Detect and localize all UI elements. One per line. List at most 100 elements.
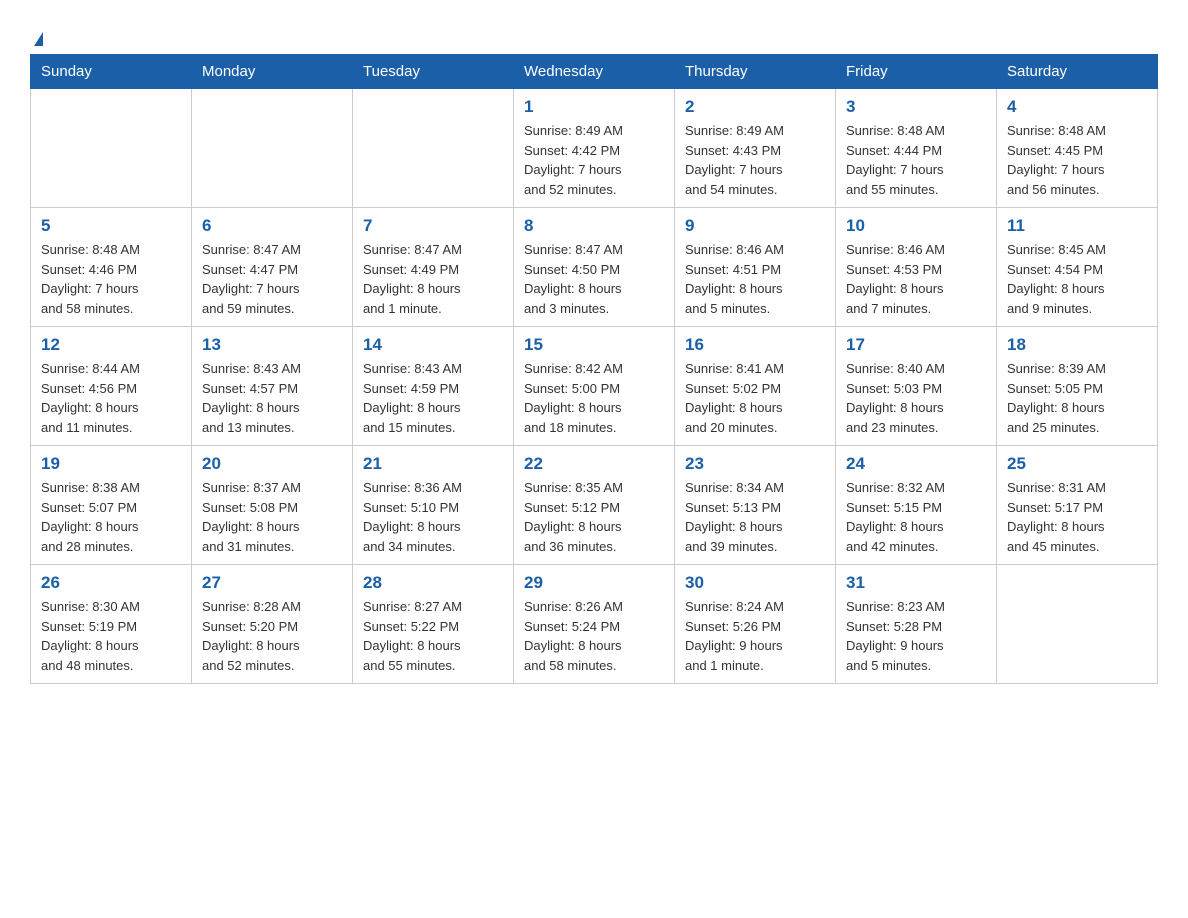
day-number: 31 <box>846 573 986 593</box>
day-info: Sunrise: 8:46 AM Sunset: 4:51 PM Dayligh… <box>685 240 825 318</box>
day-info: Sunrise: 8:48 AM Sunset: 4:44 PM Dayligh… <box>846 121 986 199</box>
calendar-cell: 15 Sunrise: 8:42 AM Sunset: 5:00 PM Dayli… <box>514 327 675 446</box>
calendar-cell: 28 Sunrise: 8:27 AM Sunset: 5:22 PM Dayli… <box>353 565 514 684</box>
calendar-cell: 24 Sunrise: 8:32 AM Sunset: 5:15 PM Dayli… <box>836 446 997 565</box>
calendar-cell: 8 Sunrise: 8:47 AM Sunset: 4:50 PM Daylig… <box>514 208 675 327</box>
calendar-cell: 20 Sunrise: 8:37 AM Sunset: 5:08 PM Dayli… <box>192 446 353 565</box>
day-info: Sunrise: 8:37 AM Sunset: 5:08 PM Dayligh… <box>202 478 342 556</box>
day-info: Sunrise: 8:49 AM Sunset: 4:43 PM Dayligh… <box>685 121 825 199</box>
day-info: Sunrise: 8:34 AM Sunset: 5:13 PM Dayligh… <box>685 478 825 556</box>
calendar-cell <box>31 89 192 208</box>
day-number: 2 <box>685 97 825 117</box>
day-info: Sunrise: 8:36 AM Sunset: 5:10 PM Dayligh… <box>363 478 503 556</box>
day-info: Sunrise: 8:44 AM Sunset: 4:56 PM Dayligh… <box>41 359 181 437</box>
day-number: 14 <box>363 335 503 355</box>
day-info: Sunrise: 8:26 AM Sunset: 5:24 PM Dayligh… <box>524 597 664 675</box>
calendar-cell: 27 Sunrise: 8:28 AM Sunset: 5:20 PM Dayli… <box>192 565 353 684</box>
day-info: Sunrise: 8:23 AM Sunset: 5:28 PM Dayligh… <box>846 597 986 675</box>
day-number: 3 <box>846 97 986 117</box>
week-row-2: 5Sunrise: 8:48 AM Sunset: 4:46 PM Daylig… <box>31 208 1158 327</box>
day-info: Sunrise: 8:47 AM Sunset: 4:47 PM Dayligh… <box>202 240 342 318</box>
weekday-header-wednesday: Wednesday <box>514 55 675 89</box>
week-row-3: 12Sunrise: 8:44 AM Sunset: 4:56 PM Dayli… <box>31 327 1158 446</box>
day-number: 27 <box>202 573 342 593</box>
calendar-cell: 18 Sunrise: 8:39 AM Sunset: 5:05 PM Dayli… <box>997 327 1158 446</box>
day-number: 7 <box>363 216 503 236</box>
day-number: 21 <box>363 454 503 474</box>
day-number: 8 <box>524 216 664 236</box>
day-info: Sunrise: 8:31 AM Sunset: 5:17 PM Dayligh… <box>1007 478 1147 556</box>
day-info: Sunrise: 8:24 AM Sunset: 5:26 PM Dayligh… <box>685 597 825 675</box>
day-info: Sunrise: 8:39 AM Sunset: 5:05 PM Dayligh… <box>1007 359 1147 437</box>
day-number: 16 <box>685 335 825 355</box>
day-info: Sunrise: 8:43 AM Sunset: 4:59 PM Dayligh… <box>363 359 503 437</box>
weekday-header-tuesday: Tuesday <box>353 55 514 89</box>
weekday-header-saturday: Saturday <box>997 55 1158 89</box>
day-number: 1 <box>524 97 664 117</box>
calendar-table: SundayMondayTuesdayWednesdayThursdayFrid… <box>30 54 1158 684</box>
day-info: Sunrise: 8:41 AM Sunset: 5:02 PM Dayligh… <box>685 359 825 437</box>
logo-triangle-icon <box>34 32 43 46</box>
day-number: 26 <box>41 573 181 593</box>
day-number: 15 <box>524 335 664 355</box>
calendar-cell: 3 Sunrise: 8:48 AM Sunset: 4:44 PM Daylig… <box>836 89 997 208</box>
calendar-cell <box>997 565 1158 684</box>
calendar-cell <box>353 89 514 208</box>
calendar-cell: 17 Sunrise: 8:40 AM Sunset: 5:03 PM Dayli… <box>836 327 997 446</box>
day-info: Sunrise: 8:48 AM Sunset: 4:46 PM Dayligh… <box>41 240 181 318</box>
day-info: Sunrise: 8:43 AM Sunset: 4:57 PM Dayligh… <box>202 359 342 437</box>
week-row-1: 1Sunrise: 8:49 AM Sunset: 4:42 PM Daylig… <box>31 89 1158 208</box>
day-info: Sunrise: 8:40 AM Sunset: 5:03 PM Dayligh… <box>846 359 986 437</box>
day-number: 28 <box>363 573 503 593</box>
day-number: 24 <box>846 454 986 474</box>
week-row-5: 26Sunrise: 8:30 AM Sunset: 5:19 PM Dayli… <box>31 565 1158 684</box>
calendar-cell: 26Sunrise: 8:30 AM Sunset: 5:19 PM Dayli… <box>31 565 192 684</box>
day-number: 11 <box>1007 216 1147 236</box>
day-info: Sunrise: 8:42 AM Sunset: 5:00 PM Dayligh… <box>524 359 664 437</box>
day-number: 19 <box>41 454 181 474</box>
day-info: Sunrise: 8:35 AM Sunset: 5:12 PM Dayligh… <box>524 478 664 556</box>
page-header <box>30 20 1158 44</box>
calendar-cell: 10Sunrise: 8:46 AM Sunset: 4:53 PM Dayli… <box>836 208 997 327</box>
calendar-cell: 6Sunrise: 8:47 AM Sunset: 4:47 PM Daylig… <box>192 208 353 327</box>
logo <box>30 20 43 44</box>
calendar-cell: 4Sunrise: 8:48 AM Sunset: 4:45 PM Daylig… <box>997 89 1158 208</box>
calendar-cell <box>192 89 353 208</box>
calendar-cell: 25 Sunrise: 8:31 AM Sunset: 5:17 PM Dayli… <box>997 446 1158 565</box>
calendar-cell: 16 Sunrise: 8:41 AM Sunset: 5:02 PM Dayli… <box>675 327 836 446</box>
calendar-cell: 1Sunrise: 8:49 AM Sunset: 4:42 PM Daylig… <box>514 89 675 208</box>
weekday-header-monday: Monday <box>192 55 353 89</box>
weekday-header-row: SundayMondayTuesdayWednesdayThursdayFrid… <box>31 55 1158 89</box>
calendar-cell: 9Sunrise: 8:46 AM Sunset: 4:51 PM Daylig… <box>675 208 836 327</box>
day-info: Sunrise: 8:32 AM Sunset: 5:15 PM Dayligh… <box>846 478 986 556</box>
calendar-cell: 2 Sunrise: 8:49 AM Sunset: 4:43 PM Daylig… <box>675 89 836 208</box>
calendar-cell: 31 Sunrise: 8:23 AM Sunset: 5:28 PM Dayli… <box>836 565 997 684</box>
day-info: Sunrise: 8:38 AM Sunset: 5:07 PM Dayligh… <box>41 478 181 556</box>
day-info: Sunrise: 8:27 AM Sunset: 5:22 PM Dayligh… <box>363 597 503 675</box>
calendar-cell: 21 Sunrise: 8:36 AM Sunset: 5:10 PM Dayli… <box>353 446 514 565</box>
calendar-cell: 19 Sunrise: 8:38 AM Sunset: 5:07 PM Dayli… <box>31 446 192 565</box>
day-info: Sunrise: 8:47 AM Sunset: 4:50 PM Dayligh… <box>524 240 664 318</box>
day-number: 17 <box>846 335 986 355</box>
calendar-cell: 11Sunrise: 8:45 AM Sunset: 4:54 PM Dayli… <box>997 208 1158 327</box>
day-info: Sunrise: 8:28 AM Sunset: 5:20 PM Dayligh… <box>202 597 342 675</box>
calendar-cell: 5Sunrise: 8:48 AM Sunset: 4:46 PM Daylig… <box>31 208 192 327</box>
day-number: 20 <box>202 454 342 474</box>
day-number: 23 <box>685 454 825 474</box>
calendar-cell: 12Sunrise: 8:44 AM Sunset: 4:56 PM Dayli… <box>31 327 192 446</box>
calendar-cell: 13Sunrise: 8:43 AM Sunset: 4:57 PM Dayli… <box>192 327 353 446</box>
calendar-cell: 14 Sunrise: 8:43 AM Sunset: 4:59 PM Dayli… <box>353 327 514 446</box>
day-number: 25 <box>1007 454 1147 474</box>
calendar-cell: 23 Sunrise: 8:34 AM Sunset: 5:13 PM Dayli… <box>675 446 836 565</box>
calendar-cell: 7 Sunrise: 8:47 AM Sunset: 4:49 PM Daylig… <box>353 208 514 327</box>
weekday-header-friday: Friday <box>836 55 997 89</box>
day-number: 18 <box>1007 335 1147 355</box>
day-number: 22 <box>524 454 664 474</box>
weekday-header-thursday: Thursday <box>675 55 836 89</box>
day-info: Sunrise: 8:47 AM Sunset: 4:49 PM Dayligh… <box>363 240 503 318</box>
calendar-cell: 22 Sunrise: 8:35 AM Sunset: 5:12 PM Dayli… <box>514 446 675 565</box>
weekday-header-sunday: Sunday <box>31 55 192 89</box>
day-number: 10 <box>846 216 986 236</box>
calendar-cell: 30Sunrise: 8:24 AM Sunset: 5:26 PM Dayli… <box>675 565 836 684</box>
day-number: 4 <box>1007 97 1147 117</box>
